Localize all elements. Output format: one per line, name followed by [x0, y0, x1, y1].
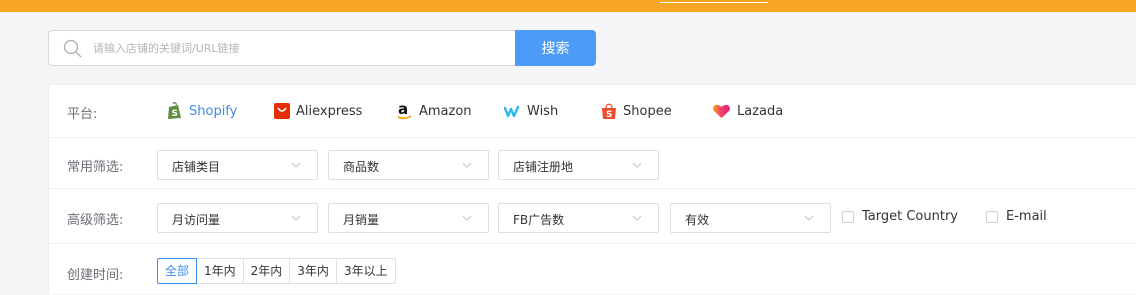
target-country-checkbox[interactable] [842, 211, 854, 223]
tab-within-1-year[interactable]: 1年内 [196, 258, 244, 284]
common-filter-row: 常用筛选: 店铺类目 商品数 店铺注册地 [49, 138, 1136, 189]
select-monthly-visits[interactable]: 月访问量 [157, 203, 318, 233]
platform-label-aliexpress: Aliexpress [296, 103, 363, 119]
platform-label-shopee: Shopee [623, 103, 672, 119]
platform-row: 平台: S Shopify Aliexpress a Amazon Wish S… [49, 85, 1136, 138]
tab-over-3-years[interactable]: 3年以上 [335, 258, 396, 284]
top-banner [0, 0, 1136, 12]
top-banner-underline [660, 0, 768, 3]
chevron-down-icon [632, 162, 642, 168]
platform-shopify[interactable]: S Shopify [166, 101, 237, 121]
amazon-icon: a [397, 102, 412, 120]
select-registration-location-value: 店铺注册地 [513, 160, 574, 174]
chevron-down-icon [632, 215, 642, 221]
chevron-down-icon [291, 215, 301, 221]
advanced-filter-row: 高级筛选: 月访问量 月销量 FB广告数 有效 Target Country E… [49, 189, 1136, 244]
search-bar: 搜索 [48, 30, 596, 66]
select-store-category[interactable]: 店铺类目 [157, 150, 318, 180]
select-product-count-value: 商品数 [343, 160, 380, 174]
select-product-count[interactable]: 商品数 [328, 150, 489, 180]
select-registration-location[interactable]: 店铺注册地 [498, 150, 659, 180]
email-checkbox[interactable] [986, 211, 998, 223]
chevron-down-icon [804, 215, 814, 221]
platform-wish[interactable]: Wish [504, 101, 558, 121]
tab-all[interactable]: 全部 [157, 258, 198, 284]
search-input[interactable] [93, 31, 503, 65]
svg-text:S: S [172, 109, 178, 119]
lazada-icon [713, 104, 730, 118]
search-box [48, 30, 516, 66]
chevron-down-icon [291, 162, 301, 168]
platform-label-amazon: Amazon [419, 103, 472, 119]
created-time-tabs: 全部 1年内 2年内 3年内 3年以上 [157, 258, 396, 284]
platform-aliexpress[interactable]: Aliexpress [274, 101, 362, 121]
target-country-label: Target Country [862, 209, 958, 224]
select-monthly-sales-value: 月销量 [343, 213, 380, 227]
platform-label-lazada: Lazada [737, 103, 784, 119]
svg-text:a: a [398, 102, 408, 118]
platform-amazon[interactable]: a Amazon [397, 101, 472, 121]
filter-panel: 平台: S Shopify Aliexpress a Amazon Wish S… [48, 84, 1136, 294]
search-icon [63, 39, 82, 58]
created-time-row: 创建时间: 全部 1年内 2年内 3年内 3年以上 [49, 244, 1136, 295]
common-filter-label: 常用筛选: [67, 160, 124, 175]
select-monthly-sales[interactable]: 月销量 [328, 203, 489, 233]
search-button[interactable]: 搜索 [515, 30, 596, 66]
platform-label-shopify: Shopify [189, 103, 238, 119]
select-fb-ads-count[interactable]: FB广告数 [498, 203, 659, 233]
platform-label: 平台: [67, 107, 98, 122]
platform-lazada[interactable]: Lazada [712, 101, 783, 121]
shopify-icon: S [168, 102, 181, 119]
platform-label-wish: Wish [527, 103, 559, 119]
select-store-category-value: 店铺类目 [172, 160, 221, 174]
aliexpress-icon [274, 103, 290, 119]
advanced-filter-label: 高级筛选: [67, 213, 124, 228]
wish-icon [504, 105, 520, 118]
select-fb-ads-count-value: FB广告数 [513, 213, 565, 227]
tab-within-2-years[interactable]: 2年内 [242, 258, 291, 284]
created-time-label: 创建时间: [67, 268, 124, 283]
tab-within-3-years[interactable]: 3年内 [289, 258, 337, 284]
shopee-icon: S [602, 103, 616, 120]
select-status-value: 有效 [685, 213, 710, 227]
select-status[interactable]: 有效 [670, 203, 831, 233]
chevron-down-icon [462, 215, 472, 221]
select-monthly-visits-value: 月访问量 [172, 213, 221, 227]
chevron-down-icon [462, 162, 472, 168]
email-label: E-mail [1006, 209, 1047, 224]
svg-text:S: S [606, 110, 612, 120]
platform-shopee[interactable]: S Shopee [601, 101, 672, 121]
